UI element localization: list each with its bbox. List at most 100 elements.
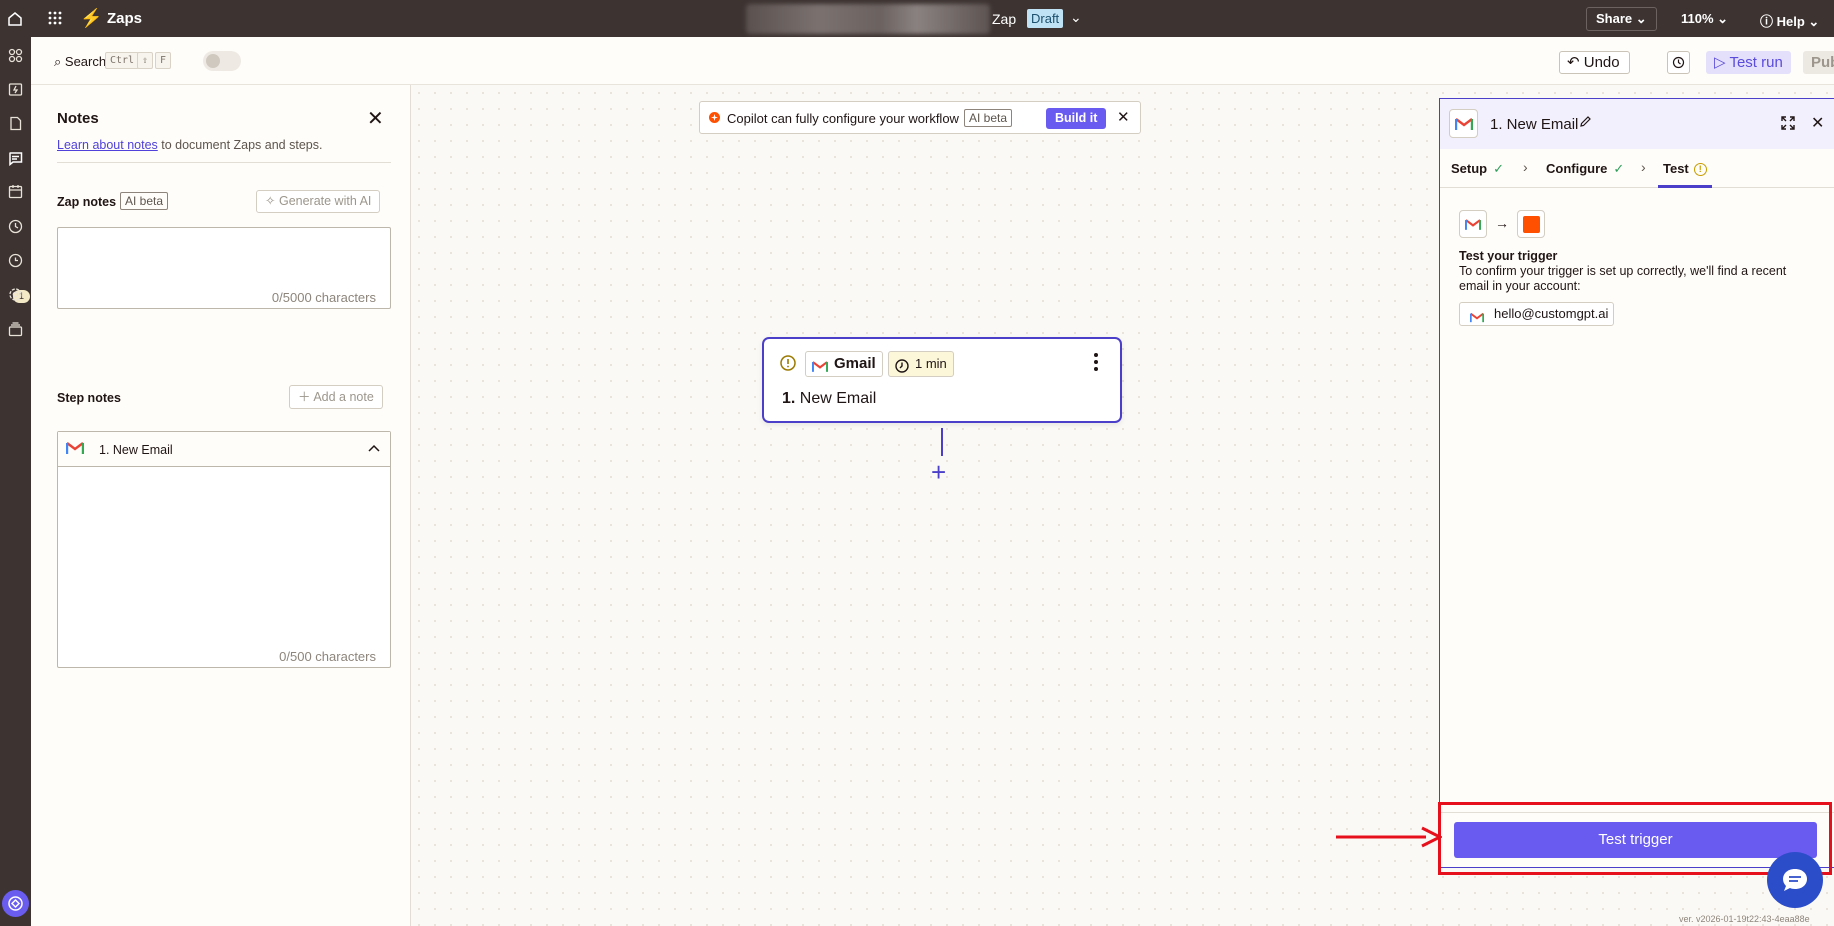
settings-icon[interactable] bbox=[6, 285, 25, 304]
search-icon: ⌕ bbox=[54, 54, 62, 69]
account-chip: hello@customgpt.ai bbox=[1459, 302, 1615, 326]
close-icon[interactable]: ✕ bbox=[1117, 108, 1130, 126]
play-icon: ▷ bbox=[1714, 54, 1726, 71]
chat-support-button[interactable] bbox=[1767, 852, 1823, 908]
panel-title[interactable]: 1. New Email bbox=[1490, 116, 1578, 133]
notes-title: Notes bbox=[57, 110, 99, 127]
panel-header: 1. New Email ✕ bbox=[1440, 99, 1834, 149]
zap-name[interactable]: Zap bbox=[992, 11, 1016, 27]
shortcut-key: Ctrl bbox=[105, 52, 140, 69]
step-notes-label: Step notes bbox=[57, 391, 121, 405]
tables-icon[interactable] bbox=[6, 114, 25, 133]
shortcut-key: F bbox=[155, 52, 172, 69]
warning-icon: ! bbox=[1693, 163, 1707, 177]
zap-notes-label: Zap notes bbox=[57, 195, 117, 209]
zapier-icon bbox=[1517, 210, 1545, 238]
sparkle-icon: ✧ bbox=[265, 194, 276, 208]
chevron-up-icon[interactable] bbox=[368, 440, 380, 455]
add-step-icon[interactable]: + bbox=[931, 459, 946, 485]
app-chip: Gmail bbox=[805, 351, 883, 377]
copilot-icon bbox=[708, 111, 721, 127]
ai-beta-badge: AI beta bbox=[120, 192, 169, 210]
step-note-title: 1. New Email bbox=[99, 443, 173, 457]
test-run-button[interactable]: ▷ Test run bbox=[1706, 51, 1791, 74]
versions-icon[interactable] bbox=[6, 320, 25, 339]
annotation-arrow-icon bbox=[1336, 826, 1444, 851]
learn-about-notes-link[interactable]: Learn about notes bbox=[57, 138, 158, 152]
copilot-icon[interactable] bbox=[2, 890, 29, 917]
share-button[interactable]: Share ⌄ bbox=[1586, 7, 1657, 31]
copilot-text: Copilot can fully configure your workflo… bbox=[727, 111, 959, 126]
tab-test[interactable]: Test! bbox=[1663, 161, 1707, 177]
chevron-right-icon: › bbox=[1641, 159, 1646, 175]
undo-button[interactable]: ↶ Undo bbox=[1559, 51, 1630, 74]
warning-icon bbox=[780, 355, 796, 374]
zapier-bolt-icon: ⚡ bbox=[80, 8, 103, 28]
expand-icon[interactable] bbox=[1781, 116, 1795, 133]
close-icon[interactable]: ✕ bbox=[367, 109, 384, 129]
step-tabs: Setup ✓ › Configure ✓ › Test! bbox=[1440, 149, 1834, 188]
connector-line bbox=[941, 428, 943, 456]
publish-button[interactable]: Publish bbox=[1803, 51, 1834, 74]
check-icon: ✓ bbox=[1493, 161, 1505, 176]
step-notes-textarea[interactable]: 0/500 characters bbox=[58, 467, 390, 667]
step-note-card: 1. New Email 0/500 characters bbox=[57, 431, 391, 668]
undo-icon: ↶ bbox=[1567, 54, 1580, 71]
gmail-icon bbox=[811, 357, 829, 381]
plus-icon: ＋ bbox=[298, 390, 311, 404]
zoom-dropdown[interactable]: 110% ⌄ bbox=[1681, 11, 1728, 27]
home-icon[interactable] bbox=[0, 0, 30, 37]
notes-help-text: Learn about notes to document Zaps and s… bbox=[57, 138, 323, 152]
notes-panel: Notes ✕ Learn about notes to document Za… bbox=[31, 85, 411, 926]
help-icon: ⓘ bbox=[1760, 14, 1774, 29]
build-it-button[interactable]: Build it bbox=[1046, 108, 1107, 129]
app-title[interactable]: Zaps bbox=[107, 10, 142, 27]
step-title: 1. New Email bbox=[782, 390, 877, 407]
search-button[interactable]: ⌕ Search bbox=[54, 54, 106, 70]
active-tab-indicator bbox=[1658, 185, 1712, 188]
arrow-right-icon: → bbox=[1495, 215, 1509, 231]
trigger-step-node[interactable]: Gmail 1 min 1. New Email bbox=[762, 337, 1122, 423]
version-label: ver. v2026-01-19t22:43-4eaa88e bbox=[1679, 914, 1810, 924]
activity-icon[interactable] bbox=[6, 251, 25, 270]
help-button[interactable]: ⓘ Help ⌄ bbox=[1760, 11, 1819, 30]
divider bbox=[57, 162, 391, 163]
copilot-banner: Copilot can fully configure your workflo… bbox=[699, 101, 1141, 134]
chevron-right-icon: › bbox=[1523, 159, 1528, 175]
search-toggle[interactable] bbox=[203, 51, 241, 71]
notes-icon[interactable] bbox=[6, 149, 25, 168]
pencil-icon[interactable] bbox=[1579, 115, 1592, 131]
zap-notes-textarea[interactable]: 0/5000 characters bbox=[57, 227, 391, 309]
status-badge: Draft bbox=[1027, 9, 1064, 28]
more-options-icon[interactable] bbox=[1094, 353, 1098, 374]
step-note-header[interactable]: 1. New Email bbox=[58, 432, 390, 467]
check-icon: ✓ bbox=[1613, 161, 1625, 176]
left-rail: 1 bbox=[0, 37, 31, 926]
tab-configure[interactable]: Configure ✓ bbox=[1546, 161, 1624, 177]
gmail-icon bbox=[1459, 210, 1487, 238]
polling-interval-chip: 1 min bbox=[888, 351, 954, 377]
gmail-icon bbox=[1469, 308, 1485, 330]
close-icon[interactable]: ✕ bbox=[1811, 113, 1824, 133]
editor-toolbar: ⌕ Search Ctrl ⇧ F ↶ Undo ▷ Test run Publ… bbox=[31, 37, 1834, 85]
generate-with-ai-button[interactable]: ✧ Generate with AI bbox=[256, 190, 381, 213]
version-history-icon[interactable] bbox=[1667, 51, 1690, 74]
test-description: To confirm your trigger is set up correc… bbox=[1459, 264, 1787, 293]
gmail-icon bbox=[65, 441, 85, 458]
character-count: 0/5000 characters bbox=[271, 290, 376, 305]
ai-beta-badge: AI beta bbox=[964, 109, 1013, 127]
zaps-icon[interactable] bbox=[6, 80, 25, 99]
chevron-down-icon[interactable]: ⌄ bbox=[1070, 9, 1082, 26]
history-icon[interactable] bbox=[6, 217, 25, 236]
apps-icon[interactable] bbox=[6, 46, 25, 65]
step-editor-panel: 1. New Email ✕ Setup ✓ › Configure ✓ › Tes… bbox=[1439, 98, 1834, 868]
app-grid-icon[interactable] bbox=[48, 11, 62, 28]
tab-setup[interactable]: Setup ✓ bbox=[1451, 161, 1504, 177]
shortcut-key: ⇧ bbox=[137, 52, 154, 69]
add-note-button[interactable]: ＋ Add a note bbox=[289, 385, 383, 409]
calendar-icon[interactable] bbox=[6, 182, 25, 201]
clock-icon bbox=[895, 357, 909, 381]
zap-name-redacted bbox=[746, 4, 990, 34]
gmail-icon bbox=[1449, 109, 1478, 138]
character-count: 0/500 characters bbox=[279, 649, 376, 664]
